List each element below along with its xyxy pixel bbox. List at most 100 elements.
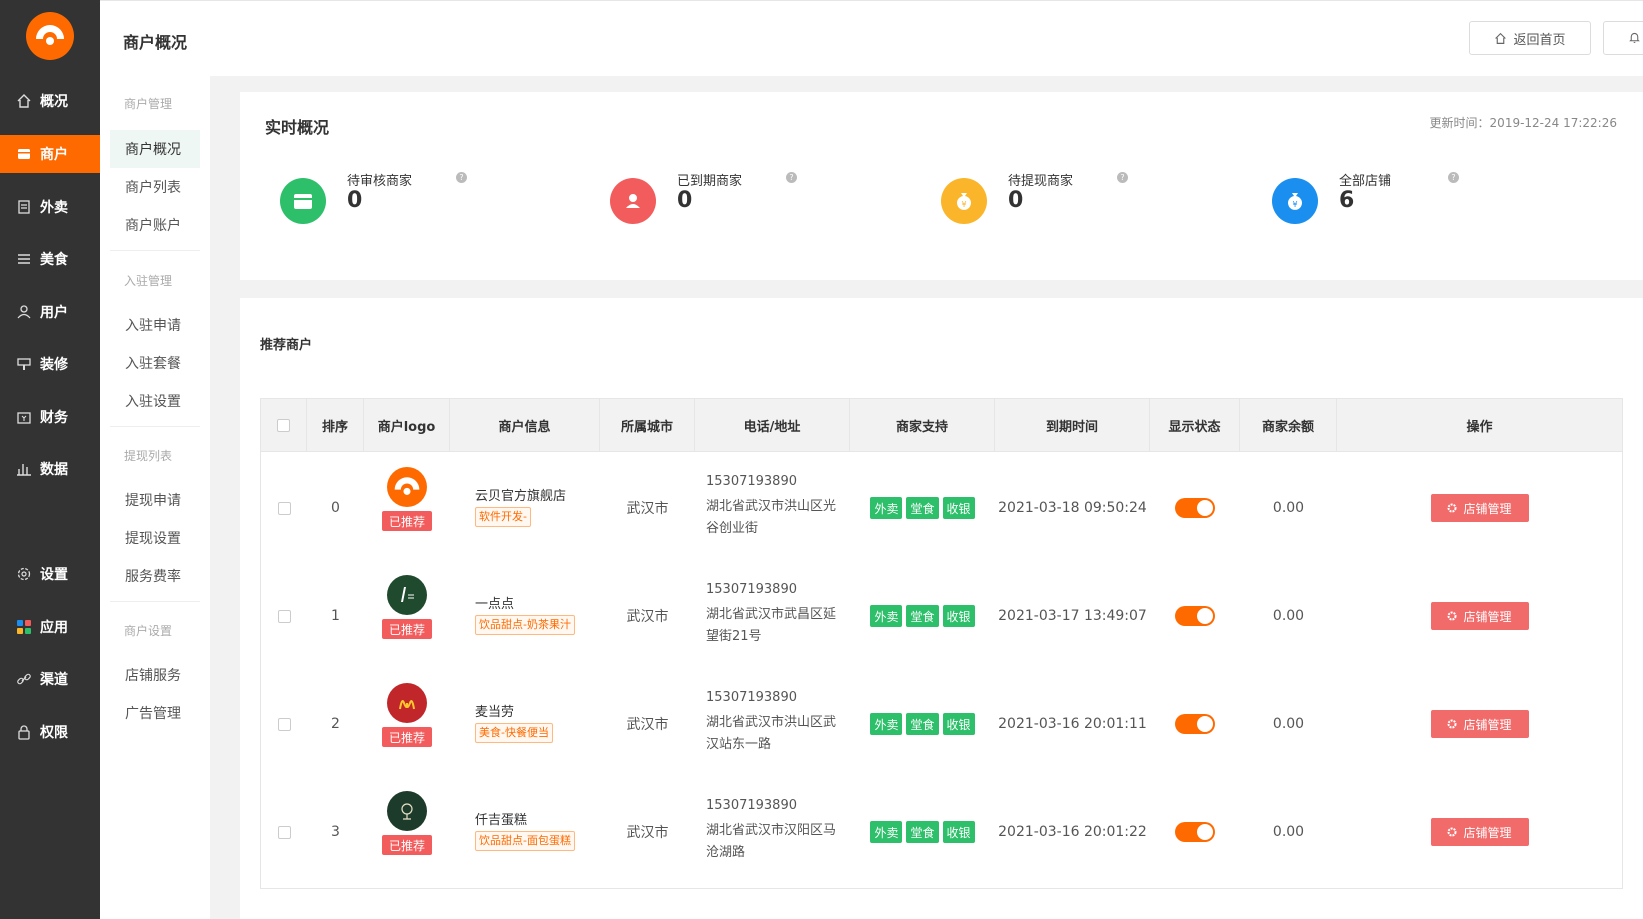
wallet-icon [14, 409, 34, 425]
merchant-logo [387, 791, 427, 831]
row-address: 湖北省武汉市汉阳区马沧湖路 [706, 823, 837, 860]
subnav-item-service-rate[interactable]: 服务费率 [110, 557, 200, 595]
help-icon[interactable]: ? [1448, 172, 1459, 183]
row-checkbox[interactable] [277, 825, 291, 839]
stat-all-stores: ¥ 全部店铺 6 ? [1272, 170, 1572, 230]
header-city: 所属城市 [600, 399, 695, 451]
help-icon[interactable]: ? [786, 172, 797, 183]
nav-item-apps[interactable]: 应用 [0, 608, 100, 646]
recommended-badge: 已推荐 [382, 511, 432, 531]
nav-item-data[interactable]: 数据 [0, 450, 100, 488]
header-logo: 商户logo [364, 399, 450, 451]
row-address: 湖北省武汉市武昌区延望街21号 [706, 607, 837, 644]
nav-item-food[interactable]: 美食 [0, 240, 100, 278]
header-balance: 商家余额 [1240, 399, 1337, 451]
row-phone: 15307193890 [706, 690, 797, 705]
nav-item-channel[interactable]: 渠道 [0, 660, 100, 698]
nav-item-merchant[interactable]: 商户 [0, 135, 100, 173]
recommended-badge: 已推荐 [382, 835, 432, 855]
header-sort: 排序 [307, 399, 364, 451]
support-cashier-badge: 收银 [942, 605, 975, 627]
svg-text:¥: ¥ [961, 200, 966, 209]
subnav-item-account[interactable]: 商户账户 [110, 206, 200, 244]
help-icon[interactable]: ? [456, 172, 467, 183]
subnav-divider [110, 601, 200, 602]
row-balance: 0.00 [1272, 500, 1305, 516]
apps-icon [14, 619, 34, 635]
brush-icon [14, 356, 34, 372]
display-status-toggle[interactable] [1175, 822, 1215, 842]
user-icon [610, 178, 656, 224]
store-manage-button[interactable]: 店铺管理 [1430, 602, 1529, 630]
subnav-item-apply[interactable]: 入驻申请 [110, 306, 200, 344]
subnav-item-withdraw-settings[interactable]: 提现设置 [110, 519, 200, 557]
subnav-item-list[interactable]: 商户列表 [110, 168, 200, 206]
subnav-item-withdraw-apply[interactable]: 提现申请 [110, 481, 200, 519]
row-checkbox[interactable] [277, 717, 291, 731]
lock-icon [14, 724, 34, 740]
merchant-name: 仟吉蛋糕 [475, 813, 528, 828]
merchant-name: 一点点 [475, 597, 515, 612]
top-header: 商户概况 返回首页 [100, 0, 1643, 76]
logo-icon [36, 25, 64, 45]
row-expire: 2021-03-16 20:01:11 [998, 716, 1147, 732]
document-icon [14, 199, 34, 215]
support-cashier-badge: 收银 [942, 497, 975, 519]
nav-item-decoration[interactable]: 装修 [0, 345, 100, 383]
table-row: 3 已推荐 仟吉蛋糕 饮品甜点-面包蛋糕 武汉市 15307193890 湖北省… [260, 776, 1623, 889]
nav-item-takeout[interactable]: 外卖 [0, 188, 100, 226]
store-manage-button[interactable]: 店铺管理 [1430, 494, 1529, 522]
support-takeout-badge: 外卖 [870, 713, 903, 735]
display-status-toggle[interactable] [1175, 714, 1215, 734]
row-balance: 0.00 [1272, 608, 1305, 624]
store-manage-button[interactable]: 店铺管理 [1430, 818, 1529, 846]
support-takeout-badge: 外卖 [870, 497, 903, 519]
nav-item-finance[interactable]: 财务 [0, 398, 100, 436]
menu-icon [14, 251, 34, 267]
header-select-all [261, 399, 307, 451]
row-sort: 1 [331, 608, 340, 624]
row-city: 武汉市 [626, 825, 669, 841]
row-balance: 0.00 [1272, 824, 1305, 840]
row-address: 湖北省武汉市洪山区武汉站东一路 [706, 715, 837, 752]
support-dinein-badge: 堂食 [906, 605, 939, 627]
row-sort: 2 [331, 716, 340, 732]
support-cashier-badge: 收银 [942, 821, 975, 843]
gear-icon [1447, 827, 1457, 837]
money-bag-icon: ¥ [941, 178, 987, 224]
support-dinein-badge: 堂食 [906, 821, 939, 843]
table-row: 2 已推荐 麦当劳 美食-快餐便当 武汉市 15307193890 湖北省武汉市… [260, 668, 1623, 781]
row-checkbox[interactable] [277, 501, 291, 515]
select-all-checkbox[interactable] [277, 418, 290, 432]
nav-item-permission[interactable]: 权限 [0, 713, 100, 751]
row-phone: 15307193890 [706, 582, 797, 597]
subnav-item-settle-settings[interactable]: 入驻设置 [110, 382, 200, 420]
nav-item-users[interactable]: 用户 [0, 293, 100, 331]
subnav-item-package[interactable]: 入驻套餐 [110, 344, 200, 382]
display-status-toggle[interactable] [1175, 498, 1215, 518]
row-city: 武汉市 [626, 609, 669, 625]
help-icon[interactable]: ? [1117, 172, 1128, 183]
bar-chart-icon [14, 461, 34, 477]
svg-text:¥: ¥ [1292, 200, 1297, 209]
row-address: 湖北省武汉市洪山区光谷创业街 [706, 499, 837, 536]
table-header: 排序 商户logo 商户信息 所属城市 电话/地址 商家支持 到期时间 显示状态… [260, 398, 1623, 452]
support-takeout-badge: 外卖 [870, 821, 903, 843]
merchant-name: 麦当劳 [475, 705, 515, 720]
row-checkbox[interactable] [277, 609, 291, 623]
notification-button[interactable] [1603, 21, 1643, 55]
row-phone: 15307193890 [706, 798, 797, 813]
nav-item-overview[interactable]: 概况 [0, 82, 100, 120]
subnav-group-settle: 入驻管理 [124, 274, 173, 288]
nav-item-settings[interactable]: 设置 [0, 555, 100, 593]
subnav-item-ads[interactable]: 广告管理 [110, 694, 200, 732]
app-logo[interactable] [26, 12, 74, 60]
home-icon [1494, 32, 1507, 45]
table-row: 0 已推荐 云贝官方旗舰店 软件开发- 武汉市 15307193890 湖北省武… [260, 452, 1623, 565]
back-home-button[interactable]: 返回首页 [1469, 21, 1591, 55]
subnav-item-store-service[interactable]: 店铺服务 [110, 656, 200, 694]
subnav-item-overview[interactable]: 商户概况 [110, 130, 200, 168]
store-manage-button[interactable]: 店铺管理 [1430, 710, 1529, 738]
display-status-toggle[interactable] [1175, 606, 1215, 626]
row-city: 武汉市 [626, 501, 669, 517]
